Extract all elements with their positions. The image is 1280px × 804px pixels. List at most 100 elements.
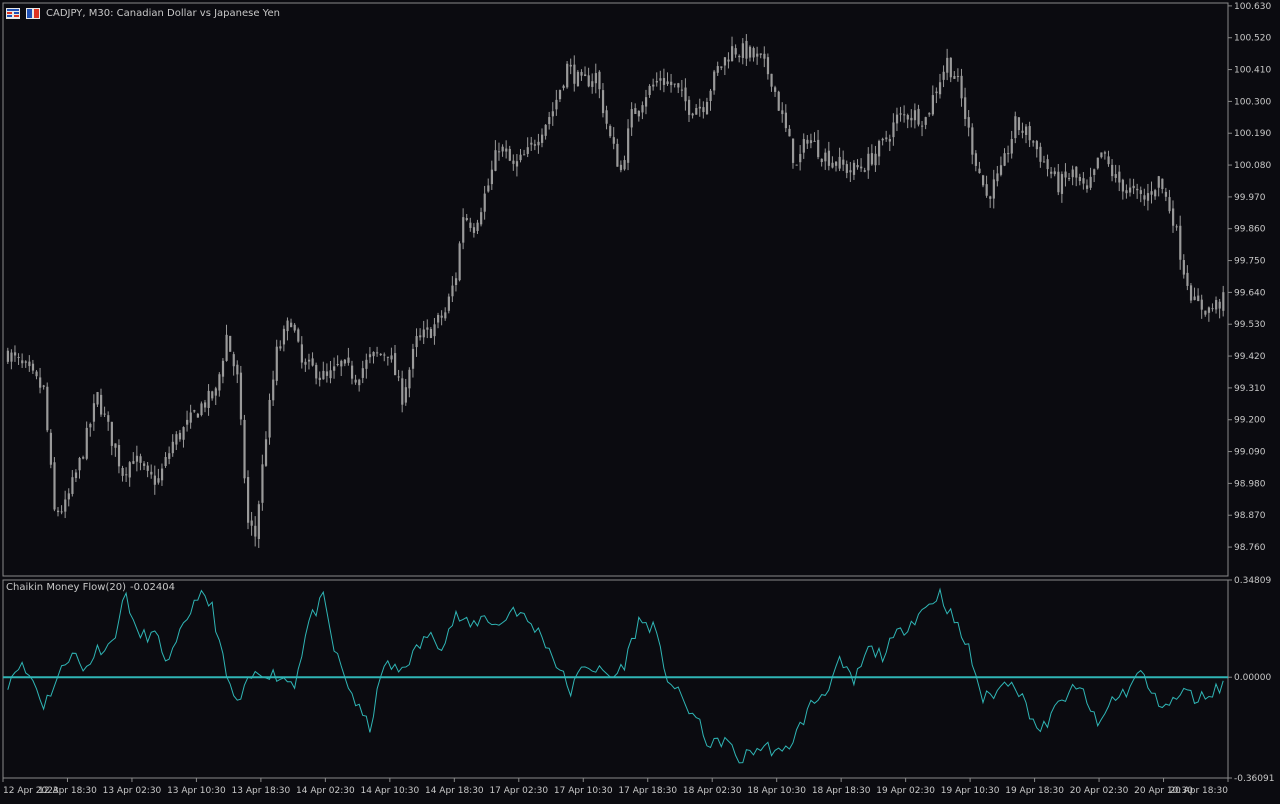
candle-body: [788, 128, 791, 137]
candle-body: [182, 427, 185, 440]
candle-body: [921, 125, 924, 127]
candle-body: [268, 399, 271, 438]
candle-body: [526, 147, 529, 154]
candle-body: [100, 394, 103, 415]
candle-body: [727, 59, 730, 62]
candle-body: [225, 334, 228, 361]
candle-body: [601, 90, 605, 114]
candle-body: [702, 107, 705, 113]
candle-body: [71, 477, 74, 494]
candle-body: [759, 53, 762, 55]
candle-body: [1014, 116, 1017, 139]
candle-body: [1118, 171, 1121, 183]
candle-body: [497, 151, 501, 153]
candle-body: [1068, 178, 1071, 180]
candle-body: [594, 73, 597, 84]
candle-body: [200, 403, 203, 416]
candle-body: [619, 164, 623, 171]
candle-body: [480, 212, 483, 225]
candle-body: [437, 314, 440, 323]
candle-body: [28, 361, 31, 367]
candle-body: [1007, 153, 1010, 155]
candle-body: [322, 370, 325, 380]
candle-body: [279, 346, 282, 349]
candle-body: [580, 71, 583, 76]
candle-body: [1186, 272, 1189, 286]
candle-body: [698, 106, 701, 109]
candle-body: [1157, 176, 1160, 188]
candle-body: [903, 114, 906, 116]
candle-body: [394, 353, 397, 376]
indicator-axis-label: 0.34809: [1234, 576, 1271, 586]
candle-body: [103, 413, 106, 415]
chart-canvas[interactable]: 100.630 100.520 100.410 100.300 100.190 100.0…: [0, 0, 1280, 800]
candle-body: [193, 410, 196, 412]
candle-body: [709, 90, 712, 101]
candle-body: [89, 423, 92, 428]
candle-body: [738, 55, 741, 58]
candle-body: [1189, 285, 1193, 301]
main-chart-frame: [2, 2, 1229, 577]
candle-body: [928, 113, 931, 115]
candle-body: [713, 71, 716, 91]
candle-body: [537, 141, 540, 146]
candle-body: [591, 81, 594, 87]
candle-body: [684, 87, 687, 102]
time-axis-label: 20 Apr 18:30: [1169, 786, 1228, 796]
candle-body: [408, 369, 411, 389]
time-axis-label: 17 Apr 18:30: [618, 786, 677, 796]
candle-body: [827, 150, 831, 166]
candle-body: [1168, 197, 1171, 212]
candle-body: [971, 127, 974, 155]
candle-body: [1021, 130, 1024, 133]
candle-body: [343, 359, 347, 364]
candle-body: [1218, 301, 1221, 309]
candle-body: [39, 377, 42, 388]
candle-body: [831, 162, 834, 168]
cmf-line: [7, 587, 1224, 764]
one-click-trading-icon[interactable]: [26, 7, 40, 19]
candle-body: [290, 322, 293, 328]
chart-list-icon[interactable]: [6, 7, 20, 19]
candle-body: [17, 356, 20, 358]
candle-body: [508, 148, 511, 161]
candle-body: [64, 499, 67, 512]
candle-body: [842, 159, 845, 165]
candle-body: [1136, 188, 1139, 191]
candle-body: [1057, 171, 1060, 193]
candle-body: [404, 387, 407, 403]
candle-body: [232, 354, 235, 367]
candle-body: [956, 76, 960, 78]
candle-body: [42, 385, 45, 387]
candle-body: [114, 443, 117, 448]
candle-body: [1025, 126, 1028, 136]
time-axis-label: 13 Apr 02:30: [103, 786, 162, 796]
price-axis-label: 99.310: [1234, 384, 1266, 394]
candle-body: [881, 138, 884, 141]
candle-body: [164, 456, 167, 466]
candle-body: [307, 359, 311, 362]
candle-body: [705, 101, 709, 115]
candle-body: [419, 335, 422, 338]
candle-body: [964, 97, 967, 119]
candle-body: [1028, 126, 1031, 141]
candle-body: [53, 462, 56, 510]
candle-body: [74, 472, 78, 479]
candle-body: [132, 461, 135, 464]
candle-body: [365, 359, 368, 369]
chart-window[interactable]: 100.630 100.520 100.410 100.300 100.190 100.0…: [0, 0, 1280, 800]
candle-body: [189, 412, 192, 423]
candle-body: [960, 75, 963, 99]
candle-body: [49, 432, 53, 465]
candle-body: [670, 81, 673, 86]
price-axis-label: 99.530: [1234, 320, 1266, 330]
candle-body: [530, 142, 533, 145]
time-axis-label: 19 Apr 02:30: [876, 786, 935, 796]
candle-body: [813, 140, 816, 142]
candle-body: [777, 91, 780, 111]
candle-body: [946, 57, 949, 73]
candle-body: [662, 78, 666, 85]
candle-body: [501, 146, 504, 152]
candle-body: [627, 128, 630, 163]
candle-body: [863, 170, 866, 172]
